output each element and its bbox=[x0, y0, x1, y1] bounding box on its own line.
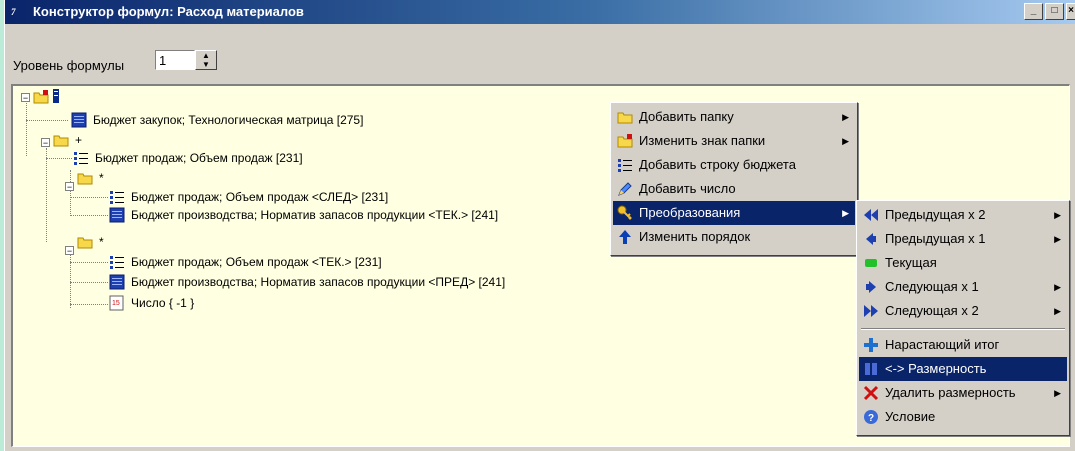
tree-folder-sign: * bbox=[99, 235, 104, 249]
menu-item-add-budget-row[interactable]: Добавить строку бюджета bbox=[613, 153, 855, 177]
submenu-arrow-icon: ▶ bbox=[1054, 282, 1061, 292]
menu-item-label: Предыдущая х 2 bbox=[885, 207, 986, 222]
submenu-item-next-x1[interactable]: Следующая х 1 ▶ bbox=[859, 275, 1067, 299]
folder-icon bbox=[77, 237, 93, 249]
menu-item-label: Добавить число bbox=[639, 181, 736, 196]
budget-table-icon bbox=[109, 207, 125, 223]
budget-table-icon bbox=[71, 112, 87, 128]
menu-item-transformations[interactable]: Преобразования ▶ bbox=[613, 201, 855, 225]
tree-item-label: Бюджет продаж; Объем продаж <ТЕК.> [231] bbox=[131, 255, 382, 269]
submenu-item-previous-x2[interactable]: Предыдущая х 2 ▶ bbox=[859, 203, 1067, 227]
pencil-icon bbox=[618, 182, 632, 196]
help-icon: ? bbox=[864, 410, 878, 424]
submenu-item-previous-x1[interactable]: Предыдущая х 1 ▶ bbox=[859, 227, 1067, 251]
arrow-up-icon bbox=[619, 230, 631, 244]
submenu-arrow-icon: ▶ bbox=[842, 112, 849, 122]
submenu-arrow-icon: ▶ bbox=[1054, 234, 1061, 244]
tree-item-label: Бюджет продаж; Объем продаж <СЛЕД> [231] bbox=[131, 190, 389, 204]
tree-item-label: Бюджет производства; Норматив запасов пр… bbox=[131, 208, 499, 222]
submenu-item-current[interactable]: Текущая bbox=[859, 251, 1067, 275]
tree-expander[interactable]: − bbox=[65, 182, 74, 192]
svg-text:?: ? bbox=[868, 413, 874, 424]
close-icon[interactable]: × bbox=[1066, 3, 1075, 20]
menu-item-label: Нарастающий итог bbox=[885, 337, 1000, 352]
right-icon bbox=[866, 281, 876, 293]
menu-item-label: Следующая х 1 bbox=[885, 279, 979, 294]
transformations-submenu: Предыдущая х 2 ▶ Предыдущая х 1 ▶ Текуща… bbox=[856, 200, 1070, 436]
spin-up-icon[interactable]: ▲ bbox=[196, 51, 216, 60]
tree-expander[interactable]: − bbox=[21, 93, 30, 103]
tree-expander[interactable]: − bbox=[41, 138, 50, 148]
dimension-icon bbox=[865, 363, 877, 375]
submenu-arrow-icon: ▶ bbox=[1054, 388, 1061, 398]
menu-item-label: Предыдущая х 1 bbox=[885, 231, 986, 246]
folder-sign-icon bbox=[617, 134, 633, 148]
tree-item-label: Число { -1 } bbox=[131, 296, 195, 310]
budget-row-icon bbox=[74, 152, 88, 165]
menu-item-label: Добавить папку bbox=[639, 109, 734, 124]
formula-level-spinner[interactable]: ▲ ▼ bbox=[195, 50, 217, 70]
menu-item-change-folder-sign[interactable]: Изменить знак папки ▶ bbox=[613, 129, 855, 153]
menu-item-add-folder[interactable]: Добавить папку ▶ bbox=[613, 105, 855, 129]
tree-expander[interactable]: − bbox=[65, 246, 74, 256]
menu-item-change-order[interactable]: Изменить порядок bbox=[613, 225, 855, 249]
folder-root-icon bbox=[33, 90, 49, 104]
double-left-icon bbox=[864, 209, 878, 221]
menu-item-label: Следующая х 2 bbox=[885, 303, 979, 318]
plus-icon bbox=[864, 338, 878, 352]
menu-item-label: Изменить знак папки bbox=[639, 133, 766, 148]
double-right-icon bbox=[864, 305, 878, 317]
menu-item-label: <-> Размерность bbox=[885, 361, 987, 376]
budget-row-icon bbox=[110, 191, 124, 204]
budget-table-icon bbox=[109, 274, 125, 290]
folder-icon bbox=[53, 135, 69, 147]
menu-separator bbox=[861, 328, 1065, 330]
submenu-arrow-icon: ▶ bbox=[842, 208, 849, 218]
svg-text:15: 15 bbox=[112, 300, 120, 307]
tree-item-label: Бюджет производства; Норматив запасов пр… bbox=[131, 275, 506, 289]
submenu-arrow-icon: ▶ bbox=[842, 136, 849, 146]
menu-item-label: Изменить порядок bbox=[639, 229, 751, 244]
left-icon bbox=[866, 233, 876, 245]
menu-item-label: Условие bbox=[885, 409, 936, 424]
menu-item-add-number[interactable]: Добавить число bbox=[613, 177, 855, 201]
menu-item-label: Текущая bbox=[885, 255, 937, 270]
formula-level-input[interactable]: 1 bbox=[155, 50, 195, 70]
maximize-icon[interactable]: □ bbox=[1045, 3, 1064, 20]
submenu-item-dimension[interactable]: <-> Размерность bbox=[859, 357, 1067, 381]
submenu-arrow-icon: ▶ bbox=[1054, 210, 1061, 220]
budget-row-icon bbox=[110, 256, 124, 269]
menu-item-label: Преобразования bbox=[639, 205, 741, 220]
key-icon bbox=[617, 205, 632, 220]
folder-icon bbox=[617, 112, 633, 124]
window-title: Конструктор формул: Расход материалов bbox=[33, 4, 304, 19]
spin-down-icon[interactable]: ▼ bbox=[196, 60, 216, 69]
number-icon: 15 bbox=[109, 295, 124, 311]
minimize-icon[interactable]: _ bbox=[1024, 3, 1043, 20]
current-icon bbox=[865, 259, 877, 267]
budget-row-icon bbox=[618, 159, 632, 172]
folder-icon bbox=[77, 173, 93, 185]
menu-item-label: Удалить размерность bbox=[885, 385, 1016, 400]
delete-icon bbox=[863, 385, 879, 401]
title-bar[interactable]: 7 Конструктор формул: Расход материалов … bbox=[5, 0, 1075, 24]
menu-item-label: Добавить строку бюджета bbox=[639, 157, 796, 172]
tree-folder-sign: + bbox=[75, 133, 83, 147]
app-icon: 7 bbox=[11, 7, 16, 17]
submenu-item-running-total[interactable]: Нарастающий итог bbox=[859, 333, 1067, 357]
submenu-item-next-x2[interactable]: Следующая х 2 ▶ bbox=[859, 299, 1067, 323]
submenu-arrow-icon: ▶ bbox=[1054, 306, 1061, 316]
tree-item-label: Бюджет закупок; Технологическая матрица … bbox=[93, 113, 364, 127]
formula-level-label: Уровень формулы bbox=[13, 58, 125, 73]
toolbar: Уровень формулы 1 ▲ ▼ bbox=[5, 24, 1075, 80]
submenu-item-condition[interactable]: ? Условие bbox=[859, 405, 1067, 429]
formula-builder-window: 7 Конструктор формул: Расход материалов … bbox=[4, 0, 1075, 451]
tree-item-label: Бюджет продаж; Объем продаж [231] bbox=[95, 151, 303, 165]
tree-folder-sign: * bbox=[99, 171, 104, 185]
root-marker-icon bbox=[53, 89, 59, 103]
submenu-item-delete-dimension[interactable]: Удалить размерность ▶ bbox=[859, 381, 1067, 405]
context-menu: Добавить папку ▶ Изменить знак папки ▶ Д… bbox=[610, 102, 858, 256]
